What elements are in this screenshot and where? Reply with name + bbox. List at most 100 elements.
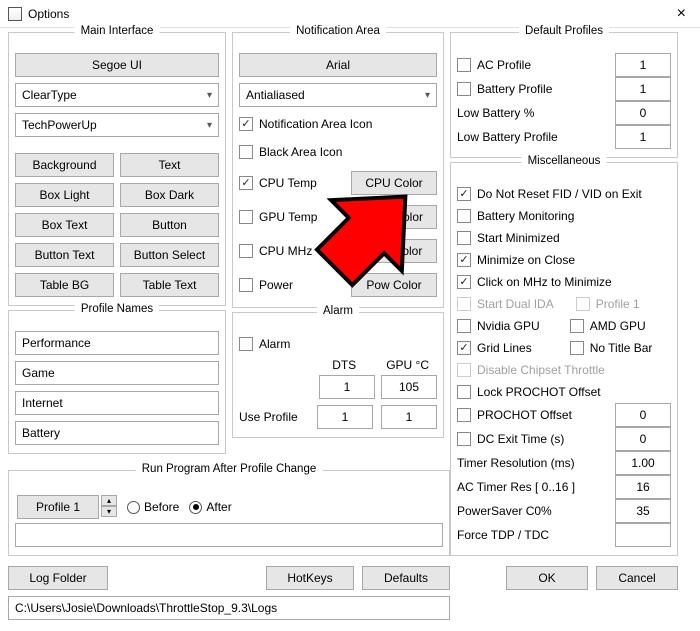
alarm-checkbox[interactable] <box>239 337 253 351</box>
low-battery-pct-label: Low Battery % <box>457 106 609 120</box>
clickmhz-checkbox[interactable]: ✓ <box>457 275 471 289</box>
after-radio[interactable]: After <box>189 500 231 514</box>
defaults-button[interactable]: Defaults <box>362 566 450 590</box>
battery-profile-input[interactable]: 1 <box>615 77 671 101</box>
powersaver-input[interactable]: 35 <box>615 499 671 523</box>
misc-group: Miscellaneous ✓Do Not Reset FID / VID on… <box>450 162 678 556</box>
main-interface-title: Main Interface <box>75 25 160 37</box>
box-dark-button[interactable]: Box Dark <box>120 183 219 207</box>
pow-color-button[interactable]: Pow Color <box>351 273 437 297</box>
ac-profile-input[interactable]: 1 <box>615 53 671 77</box>
box-light-button[interactable]: Box Light <box>15 183 114 207</box>
gpu-temp-checkbox[interactable] <box>239 210 253 224</box>
run-path-input[interactable] <box>15 523 443 547</box>
profile-select-button[interactable]: Profile 1 <box>17 495 99 519</box>
cpu-mhz-checkbox[interactable] <box>239 244 253 258</box>
use-profile1-input[interactable]: 1 <box>317 405 373 429</box>
amd-checkbox[interactable] <box>570 319 584 333</box>
default-profiles-title: Default Profiles <box>519 25 609 37</box>
battery-profile-label: Battery Profile <box>477 82 609 96</box>
batmon-label: Battery Monitoring <box>477 209 574 223</box>
grid-checkbox[interactable]: ✓ <box>457 341 471 355</box>
notification-title: Notification Area <box>290 25 386 37</box>
main-interface-group: Main Interface Segoe UI ClearType ▾ Tech… <box>8 32 226 306</box>
titlebar: Options × <box>0 0 700 28</box>
forcetdp-label: Force TDP / TDC <box>457 528 609 542</box>
dcexit-input[interactable]: 0 <box>615 427 671 451</box>
prochot-label: PROCHOT Offset <box>477 408 609 422</box>
chipset-checkbox <box>457 363 471 377</box>
lock-prochot-label: Lock PROCHOT Offset <box>477 385 601 399</box>
power-checkbox[interactable] <box>239 278 253 292</box>
table-text-button[interactable]: Table Text <box>120 273 219 297</box>
dcexit-checkbox[interactable] <box>457 432 471 446</box>
close-icon[interactable]: × <box>671 5 692 23</box>
notif-icon-label: Notification Area Icon <box>259 117 372 131</box>
button-button[interactable]: Button <box>120 213 219 237</box>
battery-profile-checkbox[interactable] <box>457 82 471 96</box>
prochot-checkbox[interactable] <box>457 408 471 422</box>
gpu-input[interactable]: 105 <box>381 375 437 399</box>
cancel-button[interactable]: Cancel <box>596 566 678 590</box>
profile-name-input[interactable]: Internet <box>15 391 219 415</box>
after-label: After <box>206 500 231 514</box>
low-battery-profile-input[interactable]: 1 <box>615 125 671 149</box>
prochot-input[interactable]: 0 <box>615 403 671 427</box>
log-path-display[interactable]: C:\Users\Josie\Downloads\ThrottleStop_9.… <box>8 596 450 620</box>
notitle-checkbox[interactable] <box>570 341 584 355</box>
low-battery-pct-input[interactable]: 0 <box>615 101 671 125</box>
nvidia-checkbox[interactable] <box>457 319 471 333</box>
noreset-checkbox[interactable]: ✓ <box>457 187 471 201</box>
font-button[interactable]: Segoe UI <box>15 53 219 77</box>
button-select-button[interactable]: Button Select <box>120 243 219 267</box>
hotkeys-button[interactable]: HotKeys <box>266 566 354 590</box>
spin-up-icon[interactable]: ▴ <box>101 495 117 506</box>
text-button[interactable]: Text <box>120 153 219 177</box>
background-button[interactable]: Background <box>15 153 114 177</box>
dcexit-label: DC Exit Time (s) <box>477 432 609 446</box>
aa-combo-value: Antialiased <box>246 88 305 102</box>
render-combo[interactable]: ClearType ▾ <box>15 83 219 107</box>
spin-down-icon[interactable]: ▾ <box>101 506 117 517</box>
use-profile2-input[interactable]: 1 <box>381 405 437 429</box>
profile-name-input[interactable]: Performance <box>15 331 219 355</box>
timer-res-label: Timer Resolution (ms) <box>457 456 609 470</box>
ac-profile-checkbox[interactable] <box>457 58 471 72</box>
window-title: Options <box>28 7 671 21</box>
power-label: Power <box>259 278 345 292</box>
gpu-color-button[interactable]: GPU Color <box>351 205 437 229</box>
ok-button[interactable]: OK <box>506 566 588 590</box>
lock-prochot-checkbox[interactable] <box>457 385 471 399</box>
dts-input[interactable]: 1 <box>319 375 375 399</box>
cpu-temp-checkbox[interactable]: ✓ <box>239 176 253 190</box>
startmin-label: Start Minimized <box>477 231 560 245</box>
mhz-color-button[interactable]: MHz Color <box>351 239 437 263</box>
button-text-button[interactable]: Button Text <box>15 243 114 267</box>
theme-combo[interactable]: TechPowerUp ▾ <box>15 113 219 137</box>
box-text-button[interactable]: Box Text <box>15 213 114 237</box>
use-profile-label: Use Profile <box>239 410 309 424</box>
table-bg-button[interactable]: Table BG <box>15 273 114 297</box>
before-radio[interactable]: Before <box>127 500 179 514</box>
ac-timer-label: AC Timer Res [ 0..16 ] <box>457 480 609 494</box>
profile-name-input[interactable]: Battery <box>15 421 219 445</box>
run-title: Run Program After Profile Change <box>136 463 323 475</box>
minclose-checkbox[interactable]: ✓ <box>457 253 471 267</box>
aa-combo[interactable]: Antialiased ▾ <box>239 83 437 107</box>
profile-name-input[interactable]: Game <box>15 361 219 385</box>
before-label: Before <box>144 500 179 514</box>
log-folder-button[interactable]: Log Folder <box>8 566 108 590</box>
startmin-checkbox[interactable] <box>457 231 471 245</box>
timer-res-input[interactable]: 1.00 <box>615 451 671 475</box>
notif-font-button[interactable]: Arial <box>239 53 437 77</box>
alarm-group: Alarm Alarm DTS GPU °C 1 105 Use Profile… <box>232 312 444 438</box>
ac-timer-input[interactable]: 16 <box>615 475 671 499</box>
dts-header: DTS <box>332 358 356 372</box>
profile1-label: Profile 1 <box>596 297 640 311</box>
powersaver-label: PowerSaver C0% <box>457 504 609 518</box>
black-icon-checkbox[interactable] <box>239 145 253 159</box>
notif-icon-checkbox[interactable]: ✓ <box>239 117 253 131</box>
cpu-color-button[interactable]: CPU Color <box>351 171 437 195</box>
forcetdp-input[interactable] <box>615 523 671 547</box>
batmon-checkbox[interactable] <box>457 209 471 223</box>
